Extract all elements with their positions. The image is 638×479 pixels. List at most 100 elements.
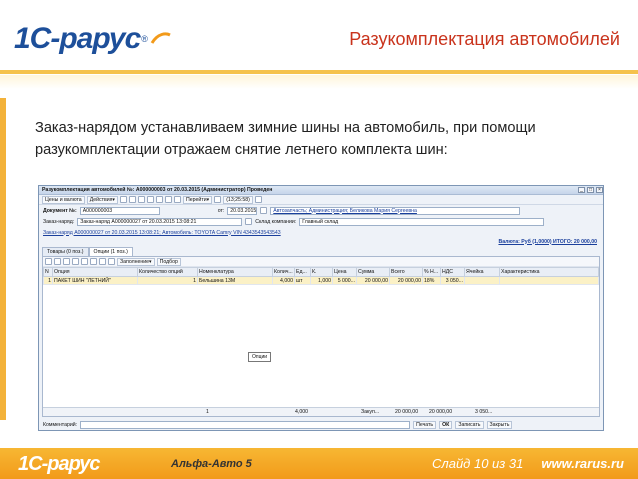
table-header: N Опция Количество опций Номенклатура Ко… [43,267,599,277]
slide: 1С-рарус ® Разукомплектация автомобилей … [0,0,638,479]
table-toolbar: Заполнение ▾ Подбор [43,257,599,267]
col-cell[interactable]: Ячейка [464,267,500,277]
ok-label: ОК [442,421,450,428]
cell-n[interactable]: 1 [43,276,53,285]
move-up-icon[interactable] [81,258,88,265]
col-price[interactable]: Цена [332,267,357,277]
info-field[interactable]: Автозапчасть; Администрация; Беликова Ма… [270,206,521,215]
header-divider [0,70,638,74]
add-row-icon[interactable] [45,258,52,265]
comment-input[interactable] [80,420,411,429]
window-title: Разукомплектация автомобилей №: А0000000… [42,187,273,193]
col-qty[interactable]: Колич... [272,267,295,277]
col-option-qty[interactable]: Количество опций [137,267,198,277]
delete-row-icon[interactable] [72,258,79,265]
document-row: Документ №: А000000003 от: 20.03.2015 Ав… [39,205,603,216]
cell-vat-rate[interactable]: 18% [422,276,441,285]
order-label: Заказ-наряд: [43,218,75,225]
fill-menu[interactable]: Заполнение ▾ [117,257,155,266]
edit-row-icon[interactable] [63,258,70,265]
cell-sum[interactable]: 20 000,00 [356,276,390,285]
copy-icon[interactable] [129,196,137,203]
cell-cell[interactable] [464,276,500,285]
rarus-logo: 1С-рарус ® [14,22,172,56]
calendar-icon[interactable] [260,207,268,214]
fill-label: Заполнение [120,258,150,265]
currency-link[interactable]: Валюта: Руб (1,0000) ИТОГО: 20 000,00 [498,239,597,245]
col-vat[interactable]: НДС [440,267,465,277]
col-option[interactable]: Опция [52,267,138,277]
print-button[interactable]: Печать [413,420,437,429]
left-accent-bar [0,98,6,420]
doc-number-input[interactable]: А000000003 [79,206,160,215]
table-row[interactable]: 1 ПАКЕТ ШИН "ЛЕТНИЙ" 1 Бельшина 13М 4,00… [43,276,599,285]
total-total: 20 000,00 [429,409,453,415]
ok-button[interactable]: ОК [439,420,453,429]
prices-button[interactable]: Цены и валюта [42,195,85,204]
slide-title: Разукомплектация автомобилей [349,29,620,49]
cell-characteristic[interactable] [499,276,599,285]
time-button[interactable]: (13;25:58) [223,195,253,204]
total-option-count: 1 [206,409,209,415]
goto-label: Перейти [186,196,207,203]
footer-bar: 1С-рарус Альфа-Авто 5 Слайд 10 из 31 www… [0,448,638,479]
move-down-icon[interactable] [90,258,97,265]
cell-option-qty[interactable]: 1 [137,276,198,285]
order-input[interactable]: Заказ-наряд А000000027 от 20.03.2015 13:… [77,217,243,226]
save-icon[interactable] [138,196,146,203]
unpost-icon[interactable] [156,196,164,203]
col-sum[interactable]: Сумма [356,267,390,277]
minimize-button[interactable]: _ [578,187,585,193]
date-input[interactable]: 20.03.2015 [227,206,258,215]
actions-menu[interactable]: Действия ▾ [86,195,119,204]
copy-row-icon[interactable] [54,258,61,265]
footer-url[interactable]: www.rarus.ru [541,456,624,471]
actions-label: Действия [89,196,113,203]
order-info-link[interactable]: Заказ-наряд А000000027 от 20.03.2015 13:… [43,230,281,236]
select-button[interactable]: Подбор [156,257,181,266]
info-link[interactable]: Автозапчасть; Администрация; Беликова Ма… [273,208,417,214]
date-label: от: [217,207,225,214]
new-doc-icon[interactable] [120,196,128,203]
order-select-icon[interactable] [245,218,253,225]
cell-price[interactable]: 5 000... [332,276,357,285]
close-label: Закрыть [489,421,510,428]
question-icon[interactable] [254,196,262,203]
tab-goods[interactable]: Товары (0 поз.) [42,247,89,256]
col-nomenclature[interactable]: Номенклатура [197,267,273,277]
close-window-button[interactable]: Закрыть [486,420,513,429]
col-total[interactable]: Всего [389,267,423,277]
goto-menu[interactable]: Перейти ▾ [183,195,213,204]
tab-options[interactable]: Опции (1 поз.) [88,247,133,256]
select-label: Подбор [159,258,178,265]
footer-logo: 1С-рарус [18,453,101,475]
footer-slide-number: Слайд 10 из 31 [432,456,524,471]
col-vat-rate[interactable]: % Н... [422,267,441,277]
help-icon[interactable] [214,196,222,203]
cell-total[interactable]: 20 000,00 [389,276,423,285]
col-coef[interactable]: К. [310,267,333,277]
close-button[interactable]: × [596,187,603,193]
movements-icon[interactable] [174,196,182,203]
cell-unit[interactable]: шт [294,276,311,285]
options-tooltip: Опции [248,352,272,362]
sort-asc-icon[interactable] [99,258,106,265]
window-titlebar[interactable]: Разукомплектация автомобилей №: А0000000… [39,186,603,195]
order-row: Заказ-наряд: Заказ-наряд А000000027 от 2… [39,216,603,227]
write-button[interactable]: Записать [455,420,484,429]
maximize-button[interactable]: □ [587,187,594,193]
cell-option[interactable]: ПАКЕТ ШИН "ЛЕТНИЙ" [52,276,138,285]
cell-coef[interactable]: 1,000 [310,276,333,285]
structure-icon[interactable] [165,196,173,203]
warehouse-input[interactable]: Главный склад [299,217,545,226]
cell-nomenclature[interactable]: Бельшина 13М [197,276,273,285]
sort-desc-icon[interactable] [108,258,115,265]
col-unit[interactable]: Ед... [294,267,311,277]
info-row: Заказ-наряд А000000027 от 20.03.2015 13:… [39,227,603,238]
cell-vat[interactable]: 3 050... [440,276,465,285]
col-characteristic[interactable]: Характеристика [499,267,599,277]
post-icon[interactable] [147,196,155,203]
cell-qty[interactable]: 4,000 [272,276,295,285]
col-n[interactable]: N [43,267,53,277]
window-toolbar: Цены и валюта Действия ▾ Перейти ▾ (13;2… [39,195,603,205]
